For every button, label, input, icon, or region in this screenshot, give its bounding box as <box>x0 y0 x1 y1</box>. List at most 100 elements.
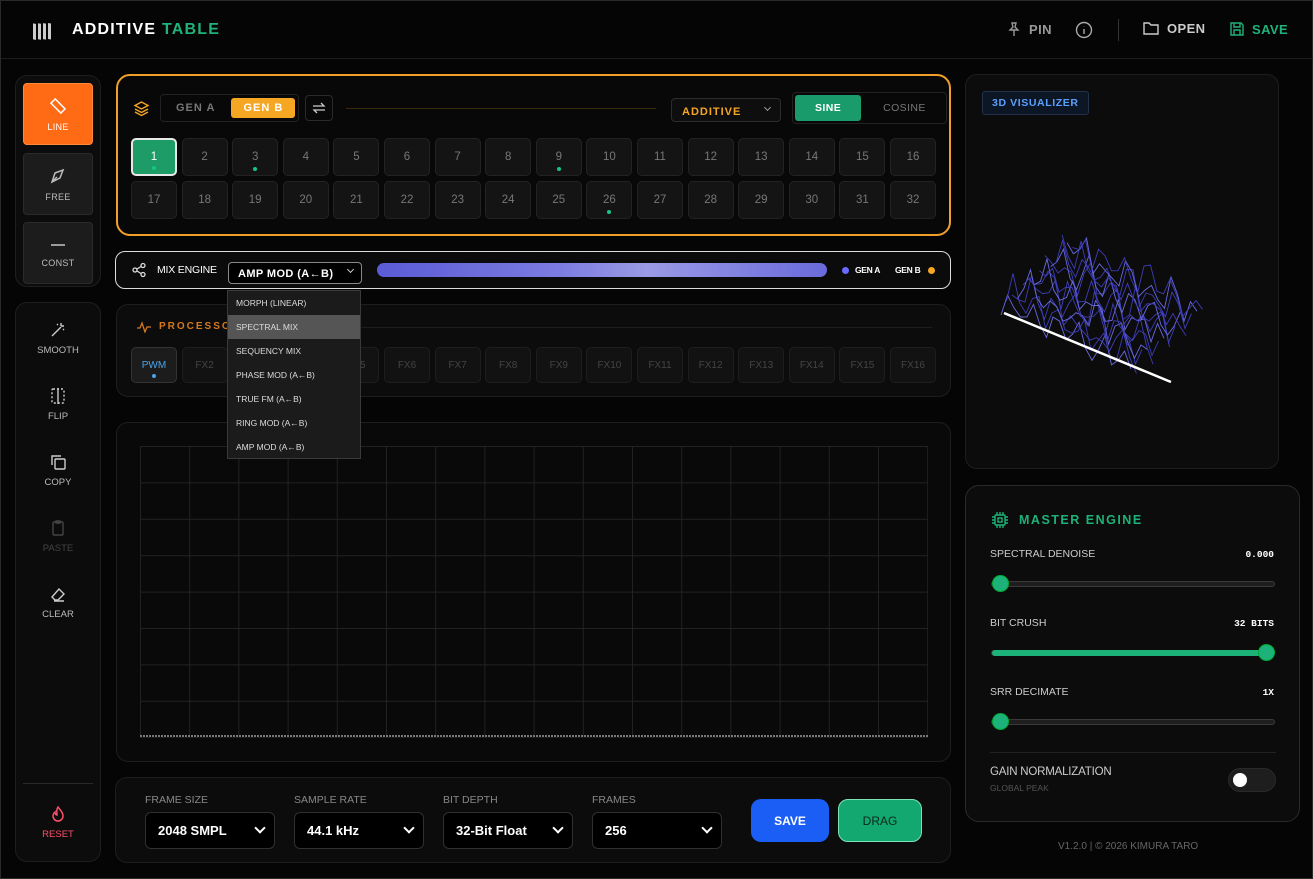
pin-button[interactable]: PIN <box>1006 21 1052 37</box>
bit-crush-slider[interactable] <box>991 644 1275 661</box>
copy-button[interactable]: COPY <box>17 453 99 488</box>
fx-slot[interactable]: FX16 <box>890 347 936 383</box>
swap-button[interactable] <box>305 95 333 121</box>
dropdown-option[interactable]: AMP MOD (A←B) <box>228 435 360 459</box>
fx-slot[interactable]: FX2 <box>181 347 228 383</box>
frames-select[interactable]: 256 <box>592 812 722 849</box>
slot-cell[interactable]: 28 <box>687 181 734 219</box>
fx-slot[interactable]: PWM <box>131 347 177 383</box>
slot-cell[interactable]: 11 <box>637 138 683 176</box>
flip-button[interactable]: FLIP <box>17 387 99 422</box>
toggle-knob <box>1233 773 1247 787</box>
slot-number: 3 <box>251 151 259 163</box>
fx-slot-label: FX12 <box>698 359 723 371</box>
dropdown-option[interactable]: TRUE FM (A←B) <box>228 387 360 411</box>
smooth-button[interactable]: SMOOTH <box>17 321 99 356</box>
gain-normalization-toggle[interactable] <box>1228 768 1276 792</box>
slot-cell[interactable]: 5 <box>333 138 380 176</box>
slot-cell[interactable]: 14 <box>788 138 835 176</box>
denoise-slider[interactable] <box>991 575 1275 592</box>
sample-rate-select[interactable]: 44.1 kHz <box>294 812 424 849</box>
slot-cell[interactable]: 30 <box>788 181 835 219</box>
fx-slot[interactable]: FX14 <box>788 347 835 383</box>
slot-active-dot <box>607 210 612 214</box>
layers-icon <box>133 101 150 117</box>
dropdown-option[interactable]: SPECTRAL MIX <box>228 315 360 339</box>
fx-slot[interactable]: FX9 <box>535 347 582 383</box>
const-tool-button[interactable]: CONST <box>23 222 93 284</box>
dropdown-option[interactable]: PHASE MOD (A←B) <box>228 363 360 387</box>
slot-cell[interactable]: 17 <box>131 181 177 219</box>
share-nodes-icon <box>132 262 146 278</box>
slot-cell[interactable]: 18 <box>181 181 228 219</box>
slot-number: 11 <box>654 151 666 163</box>
fx-slot[interactable]: FX7 <box>434 347 481 383</box>
mix-engine-select[interactable]: AMP MOD (A←B) <box>228 262 362 284</box>
slot-cell[interactable]: 9 <box>535 138 582 176</box>
slot-cell[interactable]: 22 <box>384 181 430 219</box>
slot-cell[interactable]: 23 <box>434 181 481 219</box>
slider-knob[interactable] <box>992 713 1009 730</box>
drag-button[interactable]: DRAG <box>838 799 922 842</box>
dropdown-option[interactable]: SEQUENCY MIX <box>228 339 360 363</box>
free-tool-button[interactable]: FREE <box>23 153 93 215</box>
slot-cell[interactable]: 16 <box>890 138 936 176</box>
paste-button[interactable]: PASTE <box>17 519 99 554</box>
open-button[interactable]: OPEN <box>1143 21 1205 36</box>
clear-button[interactable]: CLEAR <box>17 585 99 620</box>
slider-knob[interactable] <box>1258 644 1275 661</box>
slot-cell[interactable]: 26 <box>586 181 633 219</box>
fx-slot[interactable]: FX10 <box>586 347 633 383</box>
slot-cell[interactable]: 29 <box>738 181 785 219</box>
slot-cell[interactable]: 12 <box>687 138 734 176</box>
slot-cell[interactable]: 20 <box>282 181 329 219</box>
slot-cell[interactable]: 8 <box>485 138 532 176</box>
slot-cell[interactable]: 25 <box>535 181 582 219</box>
info-icon[interactable] <box>1075 21 1093 39</box>
slot-cell[interactable]: 1 <box>131 138 177 176</box>
slot-cell[interactable]: 13 <box>738 138 785 176</box>
slot-cell[interactable]: 7 <box>434 138 481 176</box>
gen-b-tab[interactable]: GEN B <box>231 98 296 118</box>
bit-depth-select[interactable]: 32-Bit Float <box>443 812 573 849</box>
fx-slot[interactable]: FX6 <box>384 347 430 383</box>
slot-cell[interactable]: 3 <box>232 138 279 176</box>
slot-cell[interactable]: 4 <box>282 138 329 176</box>
dropdown-option[interactable]: RING MOD (A←B) <box>228 411 360 435</box>
waveform-editor[interactable] <box>116 422 951 762</box>
slot-cell[interactable]: 24 <box>485 181 532 219</box>
slot-cell[interactable]: 32 <box>890 181 936 219</box>
slot-cell[interactable]: 27 <box>637 181 683 219</box>
fx-slot[interactable]: FX13 <box>738 347 785 383</box>
save-header-button[interactable]: SAVE <box>1229 21 1288 37</box>
visualizer-3d-plot[interactable] <box>996 235 1246 395</box>
bit-crush-value: 32 BITS <box>1234 618 1274 629</box>
srr-decimate-slider[interactable] <box>991 713 1275 730</box>
reset-button[interactable]: RESET <box>17 805 99 840</box>
slot-cell[interactable]: 15 <box>839 138 886 176</box>
save-button[interactable]: SAVE <box>751 799 829 842</box>
cosine-tab[interactable]: COSINE <box>865 95 944 121</box>
mix-gradient-bar[interactable] <box>377 263 827 277</box>
line-tool-button[interactable]: LINE <box>23 83 93 145</box>
slot-cell[interactable]: 2 <box>181 138 228 176</box>
gen-a-tab[interactable]: GEN A <box>164 98 227 118</box>
gen-a-indicator: GEN A <box>855 265 881 275</box>
slot-cell[interactable]: 6 <box>384 138 430 176</box>
slot-cell[interactable]: 10 <box>586 138 633 176</box>
fx-slot[interactable]: FX12 <box>687 347 734 383</box>
frame-size-select[interactable]: 2048 SMPL <box>145 812 275 849</box>
fx-slot[interactable]: FX8 <box>485 347 532 383</box>
eraser-icon <box>51 587 65 602</box>
slot-cell[interactable]: 21 <box>333 181 380 219</box>
dropdown-option[interactable]: MORPH (LINEAR) <box>228 291 360 315</box>
mode-select[interactable]: ADDITIVE <box>671 98 781 122</box>
sine-tab[interactable]: SINE <box>795 95 862 121</box>
fx-slot-label: PWM <box>141 359 167 371</box>
fx-slot[interactable]: FX11 <box>637 347 683 383</box>
slider-knob[interactable] <box>992 575 1009 592</box>
slot-cell[interactable]: 31 <box>839 181 886 219</box>
slot-cell[interactable]: 19 <box>232 181 279 219</box>
fx-slot[interactable]: FX15 <box>839 347 886 383</box>
slot-number: 25 <box>552 194 566 206</box>
